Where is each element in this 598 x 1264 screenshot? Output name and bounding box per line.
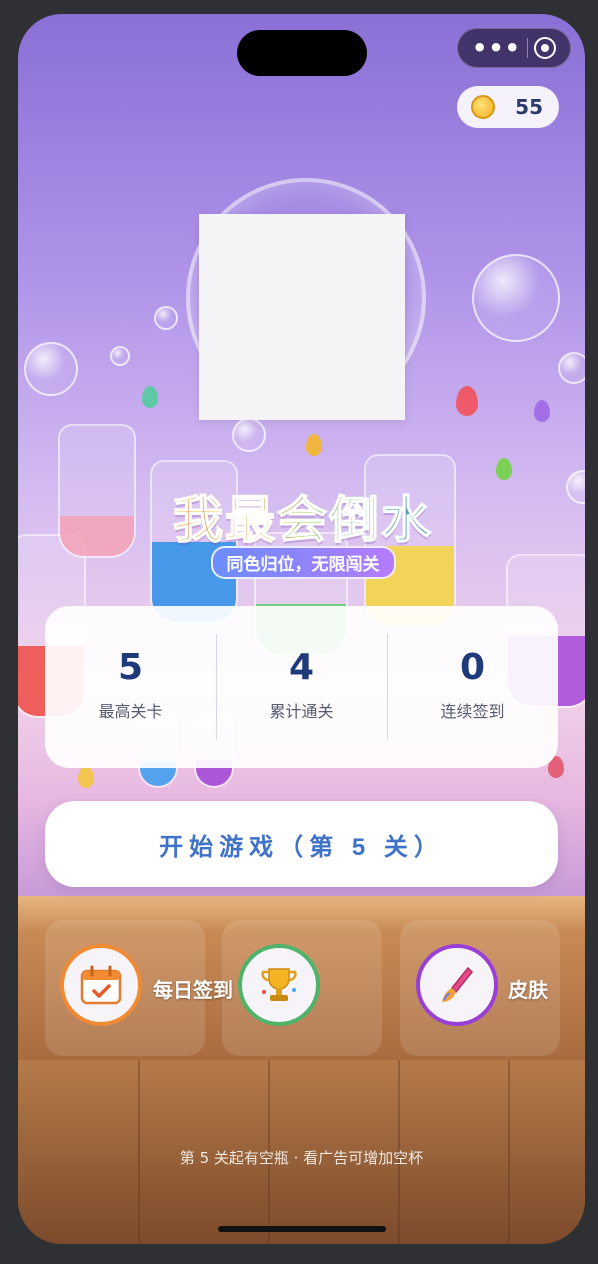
bubble-decoration <box>24 342 78 396</box>
paintbrush-icon[interactable] <box>416 944 498 1026</box>
stat-value: 4 <box>288 647 315 688</box>
bubble-decoration <box>558 352 585 384</box>
target-icon[interactable] <box>534 37 556 59</box>
game-logo: 我最会倒水 同色归位，无限闯关 <box>68 480 538 579</box>
more-dots-icon[interactable]: ••• <box>468 36 521 60</box>
water-drop-decoration <box>496 458 512 480</box>
stat-value: 0 <box>459 647 486 688</box>
trophy-icon[interactable] <box>238 944 320 1026</box>
coin-balance[interactable]: 55 <box>457 86 559 128</box>
water-drop-decoration <box>534 400 550 422</box>
stat-label: 连续签到 <box>440 702 505 721</box>
stat-highest-level: 5 最高关卡 <box>45 634 216 740</box>
coin-count: 55 <box>515 95 543 119</box>
footer-hint: 第 5 关起有空瓶 · 看广告可增加空杯 <box>179 1149 424 1167</box>
bubble-decoration <box>154 306 178 330</box>
logo-title: 我最会倒水 <box>68 480 538 552</box>
stats-card: 5 最高关卡 4 累计通关 0 连续签到 <box>45 606 558 768</box>
bubble-decoration <box>566 470 585 504</box>
water-drop-decoration <box>78 766 94 788</box>
logo-subtitle: 同色归位，无限闯关 <box>210 546 396 579</box>
start-game-button[interactable]: 开始游戏（第 5 关） <box>45 801 558 887</box>
coin-icon <box>471 95 495 119</box>
stat-checkin-streak: 0 连续签到 <box>387 634 558 740</box>
stat-label: 累计通关 <box>269 702 334 721</box>
water-drop-decoration <box>306 434 322 456</box>
water-drop-decoration <box>142 386 158 408</box>
bubble-decoration <box>232 418 266 452</box>
dynamic-island <box>237 30 367 76</box>
mini-program-capsule: ••• <box>457 28 571 68</box>
calendar-icon[interactable] <box>60 944 142 1026</box>
bubble-decoration <box>472 254 560 342</box>
water-drop-decoration <box>456 386 478 416</box>
capsule-divider <box>527 38 529 58</box>
home-indicator[interactable] <box>218 1226 386 1232</box>
stat-total-cleared: 4 累计通关 <box>216 634 387 740</box>
avatar-placeholder <box>199 214 405 420</box>
daily-checkin-label: 每日签到 <box>153 978 233 1002</box>
stat-label: 最高关卡 <box>98 702 163 721</box>
bubble-decoration <box>110 346 130 366</box>
stat-value: 5 <box>117 647 144 688</box>
skins-label: 皮肤 <box>508 978 548 1002</box>
game-home-screen: ••• 55 我最会倒水 同色归位，无限闯关 5 最高关卡 4 累计通关 0 连… <box>18 14 585 1244</box>
